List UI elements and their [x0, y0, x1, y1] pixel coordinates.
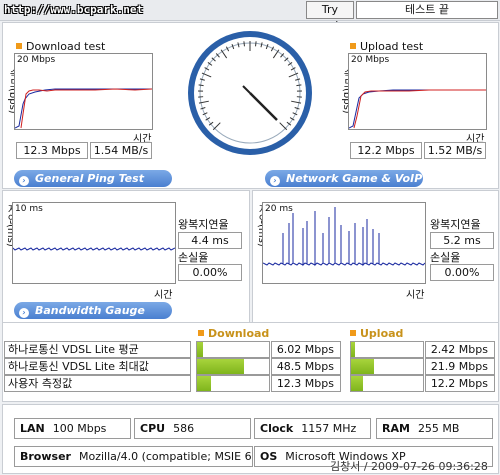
upload-mbps: 12.2 Mbps — [350, 142, 422, 159]
ping-right-trace — [262, 207, 426, 267]
gauge-download-fill — [197, 376, 212, 391]
clock-value: 1157 MHz — [301, 422, 357, 435]
ram-info: RAM 255 MB — [376, 418, 493, 439]
download-trace — [14, 88, 153, 129]
download-mbs: 1.54 MB/s — [90, 142, 152, 159]
download-chart: 20 Mbps — [14, 53, 153, 130]
ping-left-loss-label: 손실율 — [178, 251, 209, 264]
ping-left-loss: 0.00% — [178, 264, 242, 281]
gauge-upload-header: Upload — [350, 327, 403, 340]
ping-left-chart: 10 ms — [12, 202, 176, 284]
lan-label: LAN — [20, 422, 45, 435]
bandwidth-gauge-label: Bandwidth Gauge — [35, 304, 145, 317]
download-scale: 20 Mbps — [17, 55, 56, 65]
gauge-row-label: 사용자 측정값 — [4, 375, 191, 392]
lan-info: LAN 100 Mbps — [14, 418, 131, 439]
site-url: http://www.bcpark.net — [4, 3, 144, 16]
upload-scale: 20 Mbps — [351, 55, 390, 65]
test-end-button[interactable]: 테스트 끝 — [356, 1, 498, 19]
ram-label: RAM — [382, 422, 410, 435]
speed-dial — [188, 31, 312, 155]
gauge-upload-fill — [351, 342, 355, 357]
ping-right-chart: 20 ms — [262, 202, 426, 284]
gauge-download-bar — [196, 358, 270, 375]
info-icon: › — [19, 176, 29, 186]
gauge-upload-fill — [351, 376, 364, 391]
ping-left-rtt: 4.4 ms — [178, 232, 242, 249]
gauge-download-bar — [196, 341, 270, 358]
gauge-download-value: 12.3 Mbps — [271, 375, 341, 392]
gauge-download-fill — [197, 342, 203, 357]
game-voip-tab[interactable]: ›Network Game & VoIP Test — [265, 170, 423, 202]
gauge-upload-bar — [350, 358, 424, 375]
upload-title: Upload test — [350, 40, 423, 53]
ram-value: 255 MB — [417, 422, 460, 435]
gauge-row-label: 하나로통신 VDSL Lite 최대값 — [4, 358, 191, 375]
gauge-upload-fill — [351, 359, 375, 374]
bullet-icon — [350, 43, 356, 49]
gauge-upload-text: Upload — [360, 327, 404, 340]
gauge-upload-bar — [350, 341, 424, 358]
ping-right-rtt: 5.2 ms — [430, 232, 494, 249]
footer-timestamp: 김창서 / 2009-07-26 09:36:28 — [330, 460, 488, 473]
gauge-download-bar — [196, 375, 270, 392]
ping-left-scale: 10 ms — [15, 204, 43, 214]
bullet-icon — [16, 43, 22, 49]
upload-trace — [348, 89, 486, 129]
cpu-label: CPU — [140, 422, 166, 435]
clock-info: Clock 1157 MHz — [254, 418, 371, 439]
browser-label: Browser — [20, 450, 71, 463]
cpu-value: 586 — [173, 422, 195, 435]
gauge-download-value: 48.5 Mbps — [271, 358, 341, 375]
gauge-upload-value: 12.2 Mbps — [425, 375, 495, 392]
general-ping-tab[interactable]: › General Ping Test — [14, 170, 172, 187]
os-label: OS — [260, 450, 278, 463]
cpu-info: CPU 586 — [134, 418, 251, 439]
download-mbps: 12.3 Mbps — [16, 142, 88, 159]
bandwidth-gauge-tab[interactable]: › Bandwidth Gauge — [14, 302, 172, 319]
gauge-download-value: 6.02 Mbps — [271, 341, 341, 358]
bullet-icon — [350, 330, 356, 336]
browser-info: Browser Mozilla/4.0 (compatible; MSIE 6.0 — [14, 446, 253, 467]
info-icon: › — [19, 308, 29, 318]
gauge-upload-value: 21.9 Mbps — [425, 358, 495, 375]
download-title-text: Download test — [26, 40, 106, 53]
clock-label: Clock — [260, 422, 294, 435]
ping-left-x-label: 시간 — [154, 290, 173, 301]
try-again-button[interactable]: Try again — [306, 1, 354, 32]
ping-right-rtt-label: 왕복지연율 — [430, 218, 481, 231]
browser-value: Mozilla/4.0 (compatible; MSIE 6.0 — [78, 450, 253, 463]
gauge-upload-bar — [350, 375, 424, 392]
gauge-download-fill — [197, 359, 244, 374]
upload-title-text: Upload test — [360, 40, 424, 53]
general-ping-label: General Ping Test — [35, 172, 144, 185]
gauge-download-text: Download — [208, 327, 270, 340]
gauge-upload-value: 2.42 Mbps — [425, 341, 495, 358]
gauge-download-header: Download — [198, 327, 269, 340]
ping-left-trace — [12, 247, 176, 251]
ping-right-scale: 20 ms — [265, 204, 293, 214]
bullet-icon — [198, 330, 204, 336]
upload-chart: 20 Mbps — [348, 53, 487, 130]
ping-right-x-label: 시간 — [406, 290, 425, 301]
upload-mbs: 1.52 MB/s — [424, 142, 486, 159]
gauge-row-label: 하나로통신 VDSL Lite 평균 — [4, 341, 191, 358]
ping-right-loss-label: 손실율 — [430, 251, 461, 264]
ping-left-rtt-label: 왕복지연율 — [178, 218, 229, 231]
lan-value: 100 Mbps — [52, 422, 107, 435]
info-icon: › — [270, 176, 280, 186]
download-title: Download test — [16, 40, 105, 53]
ping-right-loss: 0.00% — [430, 264, 494, 281]
